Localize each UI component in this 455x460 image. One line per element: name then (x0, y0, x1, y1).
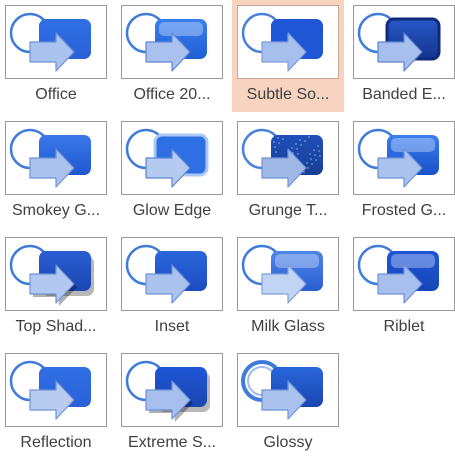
subtle-solid-icon (237, 5, 339, 79)
style-label: Office (35, 86, 77, 103)
style-tile-office-2007[interactable]: Office 20... (116, 0, 228, 112)
style-tile-riblet[interactable]: Riblet (348, 232, 455, 344)
quick-style-gallery: Office Office 20... Subtle So... Banded … (0, 0, 455, 458)
riblet-icon (353, 237, 455, 311)
frosted-glass-icon (353, 121, 455, 195)
style-label: Top Shad... (15, 318, 97, 335)
style-tile-subtle-solid[interactable]: Subtle So... (232, 0, 344, 112)
style-label: Milk Glass (251, 318, 325, 335)
style-label: Reflection (20, 434, 92, 451)
smokey-glass-icon (5, 121, 107, 195)
style-label: Banded E... (362, 86, 446, 103)
style-label: Extreme S... (127, 434, 217, 451)
style-label: Frosted G... (361, 202, 447, 219)
thumbnail-graphic (125, 12, 207, 72)
style-tile-milk-glass[interactable]: Milk Glass (232, 232, 344, 344)
banded-edges-icon (353, 5, 455, 79)
office-2007-icon (121, 5, 223, 79)
style-tile-glossy[interactable]: Glossy (232, 348, 344, 460)
top-shadow-icon (5, 237, 107, 311)
office-icon (5, 5, 107, 79)
style-label: Glossy (263, 434, 313, 451)
thumbnail-graphic (357, 128, 439, 188)
milk-glass-icon (237, 237, 339, 311)
thumbnail-graphic (357, 12, 441, 72)
thumbnail-graphic (241, 128, 323, 188)
style-tile-office[interactable]: Office (0, 0, 112, 112)
style-tile-extreme-shadow[interactable]: Extreme S... (116, 348, 228, 460)
thumbnail-graphic (241, 244, 323, 304)
style-label: Grunge T... (248, 202, 328, 219)
thumbnail-graphic (125, 360, 210, 422)
thumbnail-graphic (241, 12, 323, 72)
thumbnail-graphic (241, 360, 323, 420)
style-tile-frosted-glass[interactable]: Frosted G... (348, 116, 455, 228)
style-label: Glow Edge (132, 202, 212, 219)
thumbnail-graphic (357, 244, 439, 304)
style-tile-reflection[interactable]: Reflection (0, 348, 112, 460)
style-tile-grunge-texture[interactable]: Grunge T... (232, 116, 344, 228)
extreme-shadow-icon (121, 353, 223, 427)
thumbnail-graphic (125, 128, 209, 188)
glow-edge-icon (121, 121, 223, 195)
style-tile-top-shadow[interactable]: Top Shad... (0, 232, 112, 344)
glossy-icon (237, 353, 339, 427)
thumbnail-graphic (9, 128, 91, 188)
style-tile-glow-edge[interactable]: Glow Edge (116, 116, 228, 228)
thumbnail-graphic (9, 360, 91, 420)
style-tile-inset[interactable]: Inset (116, 232, 228, 344)
style-label: Inset (154, 318, 190, 335)
thumbnail-graphic (125, 244, 207, 304)
grunge-texture-icon (237, 121, 339, 195)
inset-icon (121, 237, 223, 311)
style-tile-smokey-glass[interactable]: Smokey G... (0, 116, 112, 228)
style-tile-banded-edges[interactable]: Banded E... (348, 0, 455, 112)
style-label: Subtle So... (246, 86, 330, 103)
style-label: Riblet (383, 318, 425, 335)
thumbnail-graphic (9, 12, 91, 72)
style-label: Office 20... (133, 86, 211, 103)
thumbnail-graphic (9, 244, 94, 306)
reflection-icon (5, 353, 107, 427)
style-label: Smokey G... (11, 202, 101, 219)
